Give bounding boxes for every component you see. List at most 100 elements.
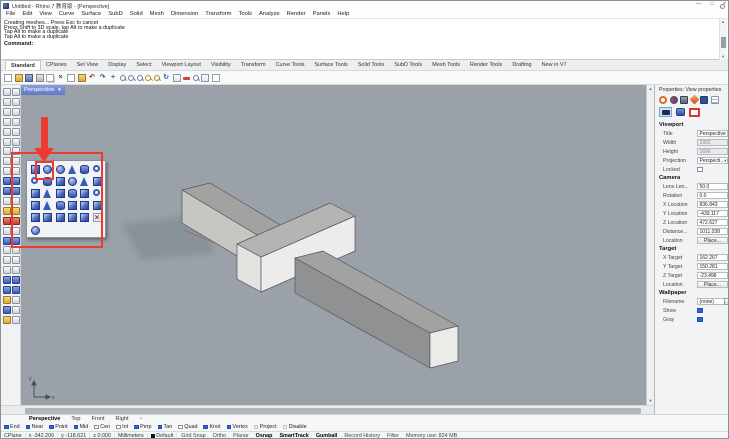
toolbar-tab-visibility[interactable]: Visibility [206, 60, 236, 70]
status-toggle-ortho[interactable]: Ortho [213, 433, 226, 439]
menu-item-analyze[interactable]: Analyze [259, 11, 280, 17]
status-toggle-planar[interactable]: Planar [233, 433, 249, 439]
hide-object-icon[interactable] [3, 316, 11, 324]
toolbar-tab-viewport-layout[interactable]: Viewport Layout [157, 60, 206, 70]
annotation-dot-icon[interactable] [12, 276, 20, 284]
osnap-point[interactable]: Point [49, 424, 67, 430]
display-mode-icon[interactable] [201, 74, 209, 82]
document-page-icon[interactable] [700, 96, 708, 104]
menu-item-help[interactable]: Help [337, 11, 349, 17]
toolbar-tab-curve-tools[interactable]: Curve Tools [271, 60, 310, 70]
extrude-curve-icon[interactable] [3, 197, 11, 205]
materials-ball-icon[interactable] [670, 96, 678, 104]
status-field-cplane[interactable]: CPlane [1, 433, 26, 439]
zoom-dynamic-icon[interactable] [120, 75, 126, 81]
show-checkbox[interactable] [697, 308, 703, 314]
array-rect-icon[interactable] [3, 237, 11, 245]
open-file-icon[interactable] [15, 74, 23, 82]
scroll-down-icon[interactable]: ▼ [721, 55, 725, 59]
viewport-tab-right[interactable]: Right [116, 416, 129, 422]
viewport-tab-perspective[interactable]: Perspective [29, 416, 60, 422]
arc-icon[interactable] [3, 128, 11, 136]
curve-icon[interactable] [3, 138, 11, 146]
scroll-thumb[interactable] [25, 408, 641, 414]
viewport-scrollbar-vertical[interactable]: ▲ ▼ [646, 85, 654, 405]
rotate-view-icon[interactable]: ↻ [162, 74, 170, 82]
property-value[interactable]: 836.843 [697, 201, 728, 209]
menu-item-file[interactable]: File [6, 11, 15, 17]
status-toggle-gumball[interactable]: Gumball [316, 433, 338, 439]
browse-button[interactable]: ... [724, 298, 729, 305]
zoom-out-icon[interactable] [137, 75, 143, 81]
viewport-tab-top[interactable]: Top [71, 416, 80, 422]
print-icon[interactable] [36, 74, 44, 82]
details-grid-icon[interactable] [711, 96, 719, 104]
arc-3pt-icon[interactable] [12, 128, 20, 136]
layer-tools-icon[interactable] [3, 306, 11, 314]
locked-checkbox[interactable] [697, 167, 703, 173]
hatch-icon[interactable] [3, 296, 11, 304]
menu-item-subd[interactable]: SubD [108, 11, 123, 17]
notes-pencil-icon[interactable] [689, 95, 699, 105]
osnap-quad[interactable]: Quad [178, 424, 197, 430]
menu-item-transform[interactable]: Transform [205, 11, 231, 17]
group-icon[interactable] [3, 266, 11, 274]
toolbar-tab-transform[interactable]: Transform [236, 60, 271, 70]
status-field-millimeters[interactable]: Millimeters [115, 433, 148, 439]
scroll-up-icon[interactable]: ▲ [649, 87, 653, 91]
status-toggle-record-history[interactable]: Record History [344, 433, 380, 439]
property-value[interactable]: 472.627 [697, 219, 728, 227]
toolbar-tab-select[interactable]: Select [131, 60, 156, 70]
toolbar-tab-surface-tools[interactable]: Surface Tools [310, 60, 353, 70]
menu-item-surface[interactable]: Surface [81, 11, 101, 17]
dimension-icon[interactable] [3, 286, 11, 294]
copy-icon[interactable] [46, 74, 54, 82]
menu-item-solid[interactable]: Solid [130, 11, 143, 17]
leader-icon[interactable] [12, 286, 20, 294]
property-value[interactable]: 162.267 [697, 254, 728, 262]
status-field-x-[interactable]: x -342.200 [26, 433, 58, 439]
osnap-project[interactable]: Project [254, 424, 277, 430]
toolbar-tab-solid-tools[interactable]: Solid Tools [353, 60, 390, 70]
property-value[interactable]: 50.0 [697, 183, 728, 191]
named-views-icon[interactable] [193, 75, 199, 81]
save-icon[interactable] [25, 74, 33, 82]
scale-icon[interactable] [3, 227, 11, 235]
perspective-viewport[interactable]: Perspective ▼ [21, 85, 646, 405]
polygon-icon[interactable] [3, 157, 11, 165]
line-icon[interactable] [12, 108, 20, 116]
osnap-int[interactable]: Int [116, 424, 128, 430]
toolbar-tab-cplanes[interactable]: CPlanes [41, 60, 72, 70]
circle-icon[interactable] [3, 118, 11, 126]
redo-icon[interactable]: ↷ [99, 74, 107, 82]
visibility-icon[interactable] [12, 306, 20, 314]
select-lasso-icon[interactable] [12, 88, 20, 96]
toolbar-tab-display[interactable]: Display [103, 60, 131, 70]
viewport-scrollbar-horizontal[interactable] [1, 405, 654, 414]
edit-point-icon[interactable] [3, 88, 11, 96]
command-prompt[interactable]: Command: [4, 41, 33, 47]
solid-box-icon[interactable] [3, 187, 11, 195]
status-field-default[interactable]: Default [148, 433, 178, 439]
menu-item-mesh[interactable]: Mesh [150, 11, 164, 17]
menu-item-edit[interactable]: Edit [22, 11, 32, 17]
point-icon[interactable] [3, 98, 11, 106]
menu-item-curve[interactable]: Curve [59, 11, 74, 17]
osnap-near[interactable]: Near [26, 424, 44, 430]
property-value[interactable]: 1011.038 [697, 228, 728, 236]
trim-icon[interactable] [3, 246, 11, 254]
surface-3pt-icon[interactable] [3, 177, 11, 185]
toolbar-tab-new-in-v7[interactable]: New in V7 [537, 60, 572, 70]
fillet-curve-icon[interactable] [3, 207, 11, 215]
zoom-window-icon[interactable] [145, 75, 151, 81]
property-value[interactable]: Perspecti... [697, 157, 728, 165]
menu-item-dimension[interactable]: Dimension [171, 11, 198, 17]
command-scrollbar[interactable]: ▲ ▼ [719, 19, 727, 60]
text-icon[interactable] [3, 276, 11, 284]
toolbar-tab-set-view[interactable]: Set View [72, 60, 104, 70]
ellipse-icon[interactable] [3, 167, 11, 175]
block-icon[interactable] [12, 296, 20, 304]
walkabout-icon[interactable] [676, 108, 685, 116]
menu-item-panels[interactable]: Panels [313, 11, 331, 17]
gray-checkbox[interactable] [697, 317, 703, 323]
